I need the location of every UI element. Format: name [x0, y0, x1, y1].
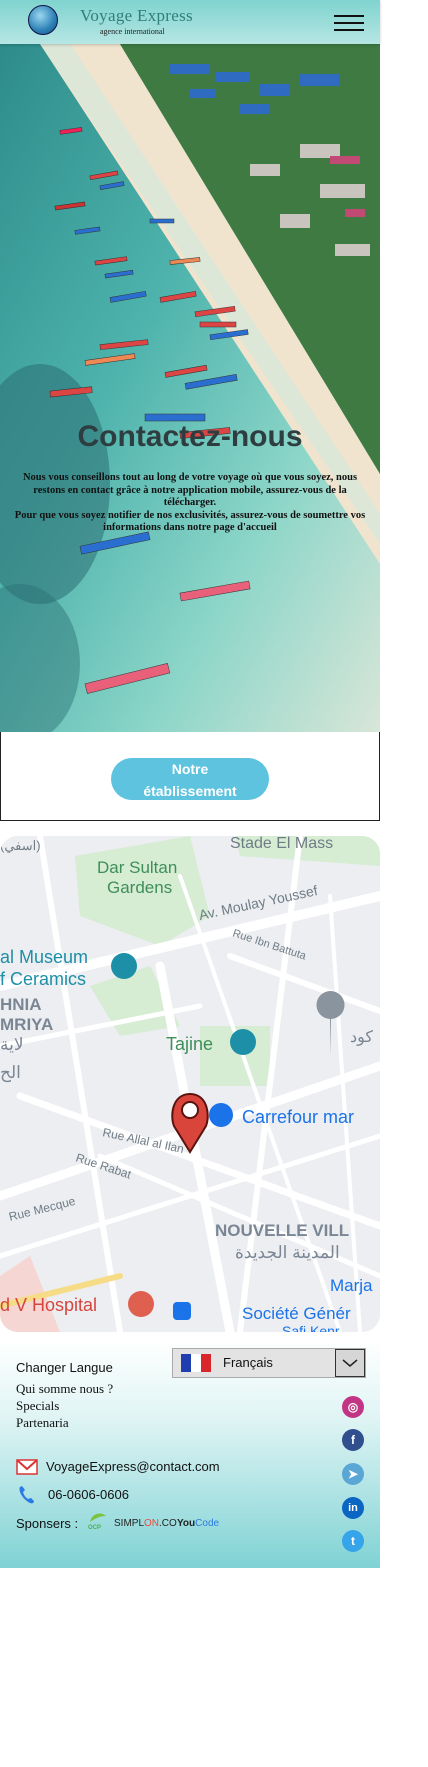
ocp-leaf-icon — [90, 1513, 106, 1522]
map-label-dar-1: Dar Sultan — [97, 858, 177, 877]
establishment-button[interactable]: Notre établissement — [111, 758, 269, 800]
email-text[interactable]: VoyageExpress@contact.com — [46, 1459, 220, 1474]
telegram-icon[interactable]: ➤ — [342, 1463, 364, 1485]
change-language-label: Changer Langue — [16, 1360, 113, 1375]
chevron-down-icon[interactable] — [335, 1349, 365, 1377]
map-label-museum-1: al Museum — [0, 947, 88, 967]
link-specials[interactable]: Specials — [16, 1397, 113, 1414]
facebook-icon[interactable]: f — [342, 1429, 364, 1451]
mail-icon — [16, 1459, 38, 1475]
sponsor-ocp-logo[interactable]: OCP — [88, 1510, 108, 1531]
hero-paragraph-2: Pour que vous soyez notifier de nos excl… — [14, 509, 366, 534]
sponsor-youcode-logo[interactable]: YouCode — [177, 1518, 219, 1529]
brand-tagline: agence international — [100, 27, 165, 36]
map-label-stade: Stade El Mass — [230, 836, 333, 852]
sponsor-simplon-logo[interactable]: SIMPLON.CO — [114, 1518, 177, 1529]
link-partners[interactable]: Partenaria — [16, 1414, 113, 1431]
linkedin-icon[interactable]: in — [342, 1497, 364, 1519]
map-label-nouvelle: NOUVELLE VILL — [215, 1221, 349, 1240]
map-label-tajine: Tajine — [166, 1034, 213, 1054]
youcode-part-2: Code — [195, 1518, 220, 1529]
instagram-icon[interactable]: ◎ — [342, 1396, 364, 1418]
language-select[interactable]: Français — [172, 1348, 366, 1378]
france-flag-icon — [181, 1354, 211, 1372]
simplon-part-1: SIMPL — [114, 1518, 145, 1529]
cta-line-2: établissement — [143, 783, 237, 799]
map-label-kod: كود — [350, 1029, 373, 1046]
map-label-ar-2: الح — [0, 1063, 21, 1083]
brand-name[interactable]: Voyage Express — [80, 6, 193, 26]
map-label-ar-1: لاية — [0, 1035, 24, 1054]
camera-marker-icon[interactable] — [230, 1029, 256, 1055]
simplon-part-2: ON — [144, 1518, 160, 1529]
link-about[interactable]: Qui somme nous ? — [16, 1380, 113, 1397]
simplon-part-3: .CO — [159, 1518, 177, 1529]
youcode-part-1: You — [177, 1518, 196, 1529]
location-map[interactable]: Stade El Mass (اسفي) Av. Moulay Youssef … — [0, 836, 380, 1332]
cta-line-1: Notre — [171, 761, 209, 777]
hero-section: Contactez-nous Nous vous conseillons tou… — [0, 44, 380, 732]
map-label-carrefour: Carrefour mar — [242, 1107, 354, 1127]
shopping-marker-icon[interactable] — [209, 1103, 233, 1127]
map-label-hospital: d V Hospital — [0, 1295, 97, 1315]
map-label-mriya: MRIYA — [0, 1015, 53, 1034]
twitter-icon[interactable]: t — [342, 1530, 364, 1552]
hero-paragraph-1: Nous vous conseillons tout au long de vo… — [22, 472, 358, 508]
footer-links: Qui somme nous ? Specials Partenaria — [16, 1380, 113, 1431]
site-header: Voyage Express agence international — [0, 0, 380, 44]
hospital-marker-icon[interactable] — [128, 1291, 154, 1317]
hero-text: Nous vous conseillons tout au long de vo… — [14, 472, 366, 535]
bus-stop-icon[interactable] — [173, 1302, 191, 1320]
sponsor-ocp-text: OCP — [88, 1525, 102, 1531]
menu-icon[interactable] — [334, 15, 364, 32]
map-label-saf: Safi Kenr — [282, 1323, 340, 1332]
map-label-dar-2: Gardens — [107, 878, 172, 897]
map-label-ar-nouvelle: المدينة الجديدة — [235, 1243, 340, 1262]
globe-icon[interactable] — [28, 5, 58, 35]
map-label-societe: Société Génér — [242, 1304, 351, 1323]
language-value: Français — [223, 1355, 273, 1370]
sponsors-label: Sponsers : — [16, 1516, 79, 1531]
map-label-arabic-top: (اسفي) — [0, 838, 41, 853]
hero-title: Contactez-nous — [77, 420, 303, 453]
phone-text[interactable]: 06-0606-0606 — [48, 1487, 129, 1502]
museum-marker-icon[interactable] — [111, 953, 137, 979]
site-footer: Changer Langue Français Qui somme nous ?… — [0, 1340, 380, 1568]
map-label-museum-2: f Ceramics — [0, 969, 86, 989]
beach-photo — [0, 44, 380, 732]
map-label-hnia: HNIA — [0, 995, 42, 1014]
map-label-marja: Marja — [330, 1276, 373, 1295]
cta-container: Notre établissement — [0, 732, 380, 821]
phone-icon — [19, 1486, 34, 1504]
